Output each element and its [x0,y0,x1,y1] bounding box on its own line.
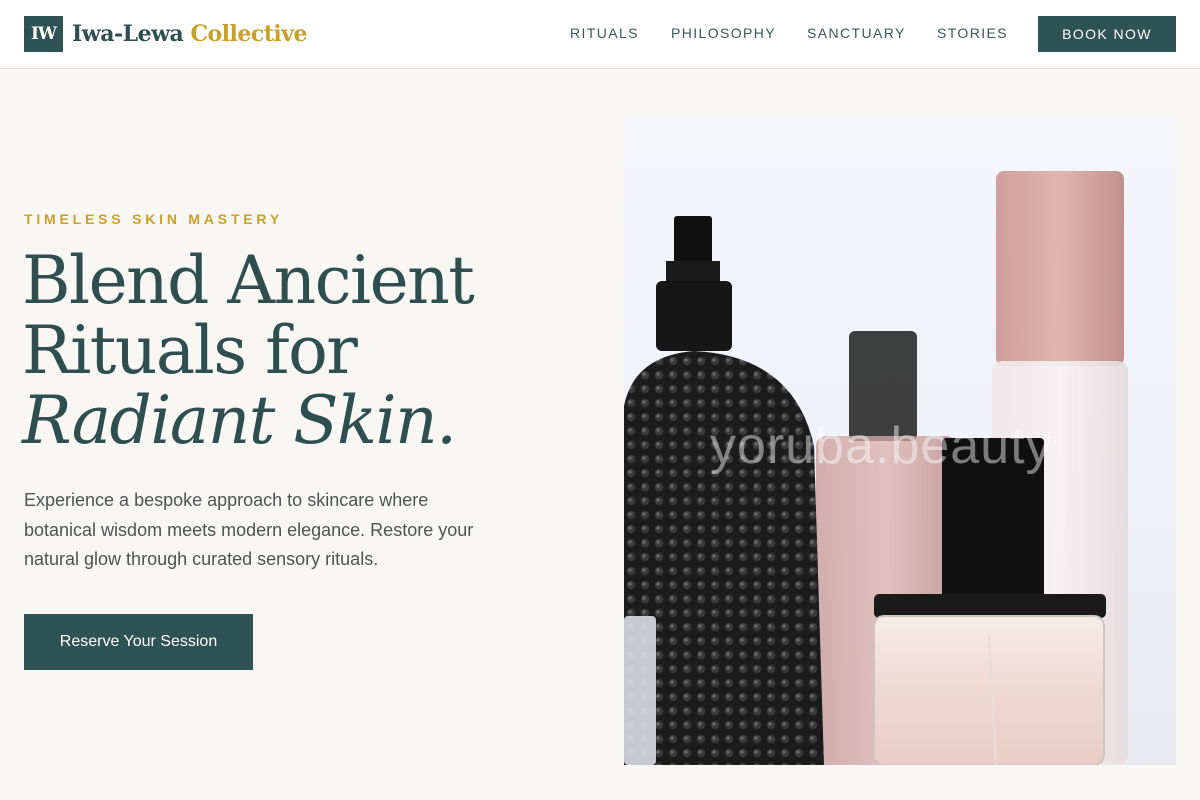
brand-logo[interactable]: IW Iwa-Lewa Collective [24,16,308,52]
nav-link-philosophy[interactable]: PHILOSOPHY [671,25,776,41]
hero-description: Experience a bespoke approach to skincar… [24,490,474,569]
hero-headline: Blend Ancient Rituals for Radiant Skin. [22,246,475,459]
headline-line-2: Rituals for [22,312,358,389]
brand-name: Iwa-Lewa Collective [72,21,308,47]
headline-line-1: Blend Ancient [22,242,475,319]
brand-name-primary: Iwa-Lewa [72,21,184,47]
hero-eyebrow: TIMELESS SKIN MASTERY [24,211,283,227]
nav-link-stories[interactable]: STORIES [937,25,1008,41]
book-now-button[interactable]: BOOK NOW [1038,16,1176,52]
headline-italic: Radiant Skin. [22,382,457,459]
nav-link-sanctuary[interactable]: SANCTUARY [807,25,906,41]
hero-product-image: yoruba.beauty [624,116,1176,765]
brand-name-accent: Collective [190,21,308,47]
image-watermark: yoruba.beauty [710,417,1053,475]
nav-link-rituals[interactable]: RITUALS [570,25,639,41]
logo-monogram: IW [24,16,63,52]
site-header: IW Iwa-Lewa Collective RITUALS PHILOSOPH… [0,0,1200,69]
reserve-session-button[interactable]: Reserve Your Session [24,614,253,670]
